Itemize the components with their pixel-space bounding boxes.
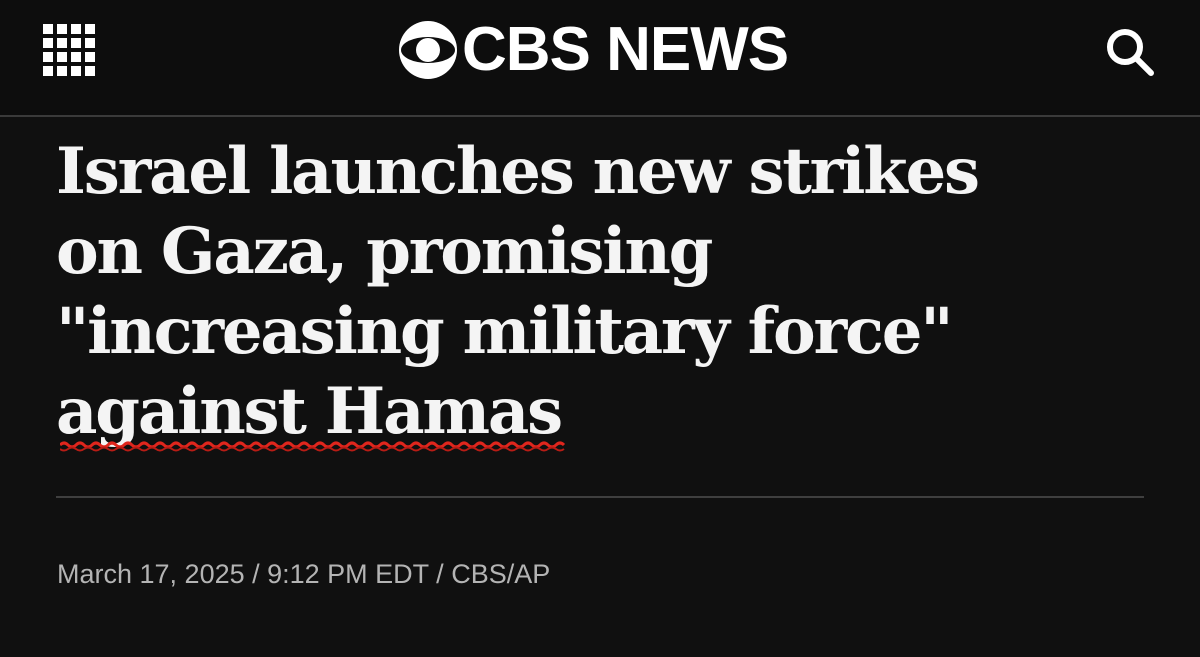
cbs-news-logo[interactable]: CBS NEWS <box>398 15 789 84</box>
header-divider <box>0 115 1200 117</box>
article-byline: March 17, 2025 / 9:12 PM EDT / CBS/AP <box>57 559 551 589</box>
spellcheck-underline <box>60 440 566 454</box>
headline-line: "increasing military force" <box>56 294 954 369</box>
search-icon[interactable] <box>1104 26 1156 78</box>
content-divider <box>56 496 1144 498</box>
headline-line: Israel launches new strikes <box>56 134 980 209</box>
grid-menu-icon[interactable] <box>43 24 95 76</box>
headline-line: on Gaza, promising <box>56 214 713 289</box>
brand-name: CBS NEWS <box>462 15 789 84</box>
cbs-eye-icon <box>399 21 457 79</box>
article-headline: Israel launches new strikes on Gaza, pro… <box>56 132 1056 452</box>
top-navigation-bar: CBS NEWS <box>0 0 1200 115</box>
